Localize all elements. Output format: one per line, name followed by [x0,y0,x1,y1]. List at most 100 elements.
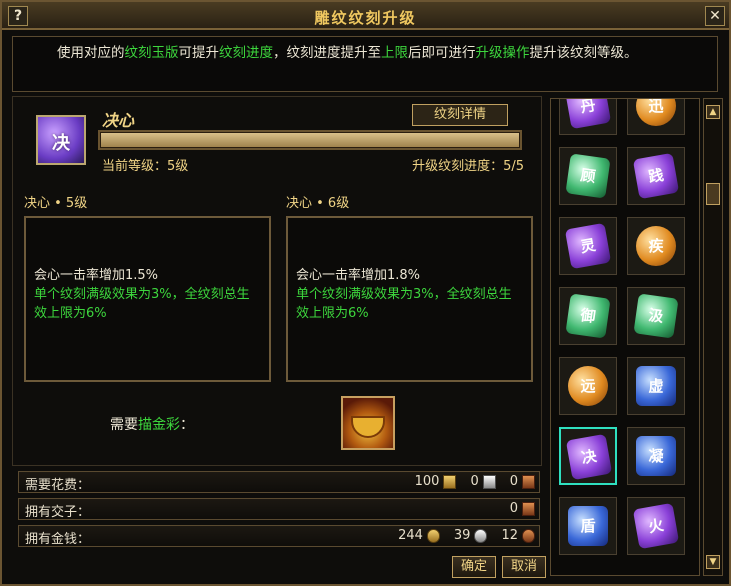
carving-slot[interactable]: 顾 [559,147,617,205]
carve-detail-button[interactable]: 纹刻详情 [412,104,508,126]
current-effect-line: 会心一击率增加1.5% [34,268,159,283]
money-label: 拥有金钱： [25,532,91,547]
carving-slot[interactable]: 御 [559,287,617,345]
jiaozi-value: 0 [509,501,518,516]
carving-gem-glyph: 远 [580,377,596,395]
cost-row: 需要花费： 100 0 0 [18,471,540,493]
carving-gem-glyph: 决 [580,446,598,468]
copper-coin-icon [522,528,535,543]
carving-gem-glyph: 虚 [648,377,664,395]
next-effect-line: 会心一击率增加1.8% [296,268,421,283]
carving-slot[interactable]: 疾 [627,217,685,275]
silver-coin-icon [474,528,488,543]
carving-slot[interactable]: 远 [559,357,617,415]
carving-slot[interactable]: 灵 [559,217,617,275]
need-suffix: ： [180,417,194,433]
current-effect-note: 单个纹刻满级效果为3%，全纹刻总生效上限为6% [34,287,250,321]
desc-part: ，纹刻进度提升至 [273,45,381,61]
desc-part: 后即可进行 [408,45,476,61]
carving-gem-glyph: 践 [647,165,665,187]
carving-gem-icon: 御 [565,293,611,339]
carving-gem-glyph: 丹 [579,98,597,117]
cost-label: 需要花费： [25,478,91,493]
carving-gem-icon: 汲 [633,293,679,339]
close-button[interactable]: ✕ [705,6,725,26]
desc-part: 提升该纹刻等级。 [529,45,638,61]
gold-coin-icon [426,528,440,543]
silver-ingot-icon [482,474,496,489]
carving-gem-icon: 践 [632,152,680,200]
carving-gem-icon: 顾 [565,153,611,199]
grid-scrollbar[interactable]: ▲ ▼ [703,98,723,576]
next-effect-note: 单个纹刻满级效果为3%，全纹刻总生效上限为6% [296,287,512,321]
cost-silver: 0 [470,474,479,489]
money-silver: 39 [453,528,471,543]
gold-ingot-icon [443,474,457,489]
next-effect-box: 会心一击率增加1.8% 单个纹刻满级效果为3%，全纹刻总生效上限为6% [286,216,533,382]
carving-gem-icon: 虚 [636,366,676,406]
description-text: 使用对应的纹刻玉版可提升纹刻进度，纹刻进度提升至上限后即可进行升级操作提升该纹刻… [12,36,718,92]
skill-icon[interactable]: 决 [36,115,86,165]
carving-slot[interactable]: 践 [627,147,685,205]
copper-ingot-icon [522,474,535,489]
carving-gem-icon: 丹 [564,98,612,130]
carving-gem-icon: 火 [632,502,680,550]
carving-gem-glyph: 疾 [648,237,664,255]
need-item-name: 描金彩 [138,417,180,433]
progress-bar [98,130,522,150]
required-item-slot[interactable] [341,396,395,450]
carving-slot[interactable]: 迅 [627,98,685,135]
next-level-header: 决心 • 6级 [286,196,350,211]
carving-gem-glyph: 汲 [647,306,665,326]
carving-gem-icon: 迅 [636,98,676,126]
scroll-up-button[interactable]: ▲ [706,105,720,119]
carving-gem-glyph: 凝 [648,447,664,465]
need-prefix: 需要 [110,417,138,433]
window-title: 雕纹纹刻升级 [314,9,417,27]
gold-bowl-icon [351,416,385,438]
carving-gem-glyph: 御 [579,306,597,326]
progress-bar-fill [101,133,519,147]
title-bar[interactable]: ? 雕纹纹刻升级 ✕ [2,2,729,30]
current-effect-box: 会心一击率增加1.5% 单个纹刻满级效果为3%，全纹刻总生效上限为6% [24,216,271,382]
carving-slot[interactable]: 凝 [627,427,685,485]
current-level-header: 决心 • 5级 [24,196,88,211]
carving-gem-icon: 凝 [636,436,676,476]
money-row: 拥有金钱： 244 39 12 [18,525,540,547]
desc-part: 使用对应的 [57,45,125,61]
carving-slot[interactable]: 盾 [559,497,617,555]
carving-gem-icon: 决 [565,433,613,481]
desc-highlight: 纹刻玉版 [124,45,179,61]
carving-gem-icon: 盾 [568,506,608,546]
cost-values: 100 0 0 [415,474,535,489]
carving-gem-icon: 疾 [636,226,676,266]
desc-highlight: 纹刻进度 [219,45,273,61]
carving-gem-glyph: 迅 [648,98,664,115]
jiaozi-values: 0 [510,501,535,516]
desc-part: 可提升 [178,45,220,61]
carving-gem-icon: 灵 [564,222,612,270]
carving-gem-glyph: 灵 [579,235,597,257]
cancel-button[interactable]: 取消 [502,556,546,578]
jiaozi-icon [522,501,535,516]
jiaozi-row: 拥有交子： 0 [18,498,540,520]
confirm-button[interactable]: 确定 [452,556,496,578]
scroll-down-button[interactable]: ▼ [706,555,720,569]
carving-slot[interactable]: 汲 [627,287,685,345]
money-values: 244 39 12 [398,528,535,543]
carving-slot[interactable]: 虚 [627,357,685,415]
scroll-thumb[interactable] [706,183,720,205]
carving-slot[interactable]: 决 [559,427,617,485]
cost-copper: 0 [509,474,518,489]
current-level: 当前等级：5级 [102,159,189,174]
skill-icon-glyph: 决 [52,133,70,154]
jiaozi-label: 拥有交子： [25,505,91,520]
carving-slot[interactable]: 火 [627,497,685,555]
upgrade-progress: 升级纹刻进度：5/5 [412,159,524,174]
carving-gem-glyph: 火 [647,515,665,537]
carving-slot[interactable]: 丹 [559,98,617,135]
desc-highlight: 升级操作 [475,45,530,61]
money-gold: 244 [398,528,423,543]
required-item-label: 需要描金彩： [110,414,194,434]
cost-gold: 100 [414,474,440,489]
